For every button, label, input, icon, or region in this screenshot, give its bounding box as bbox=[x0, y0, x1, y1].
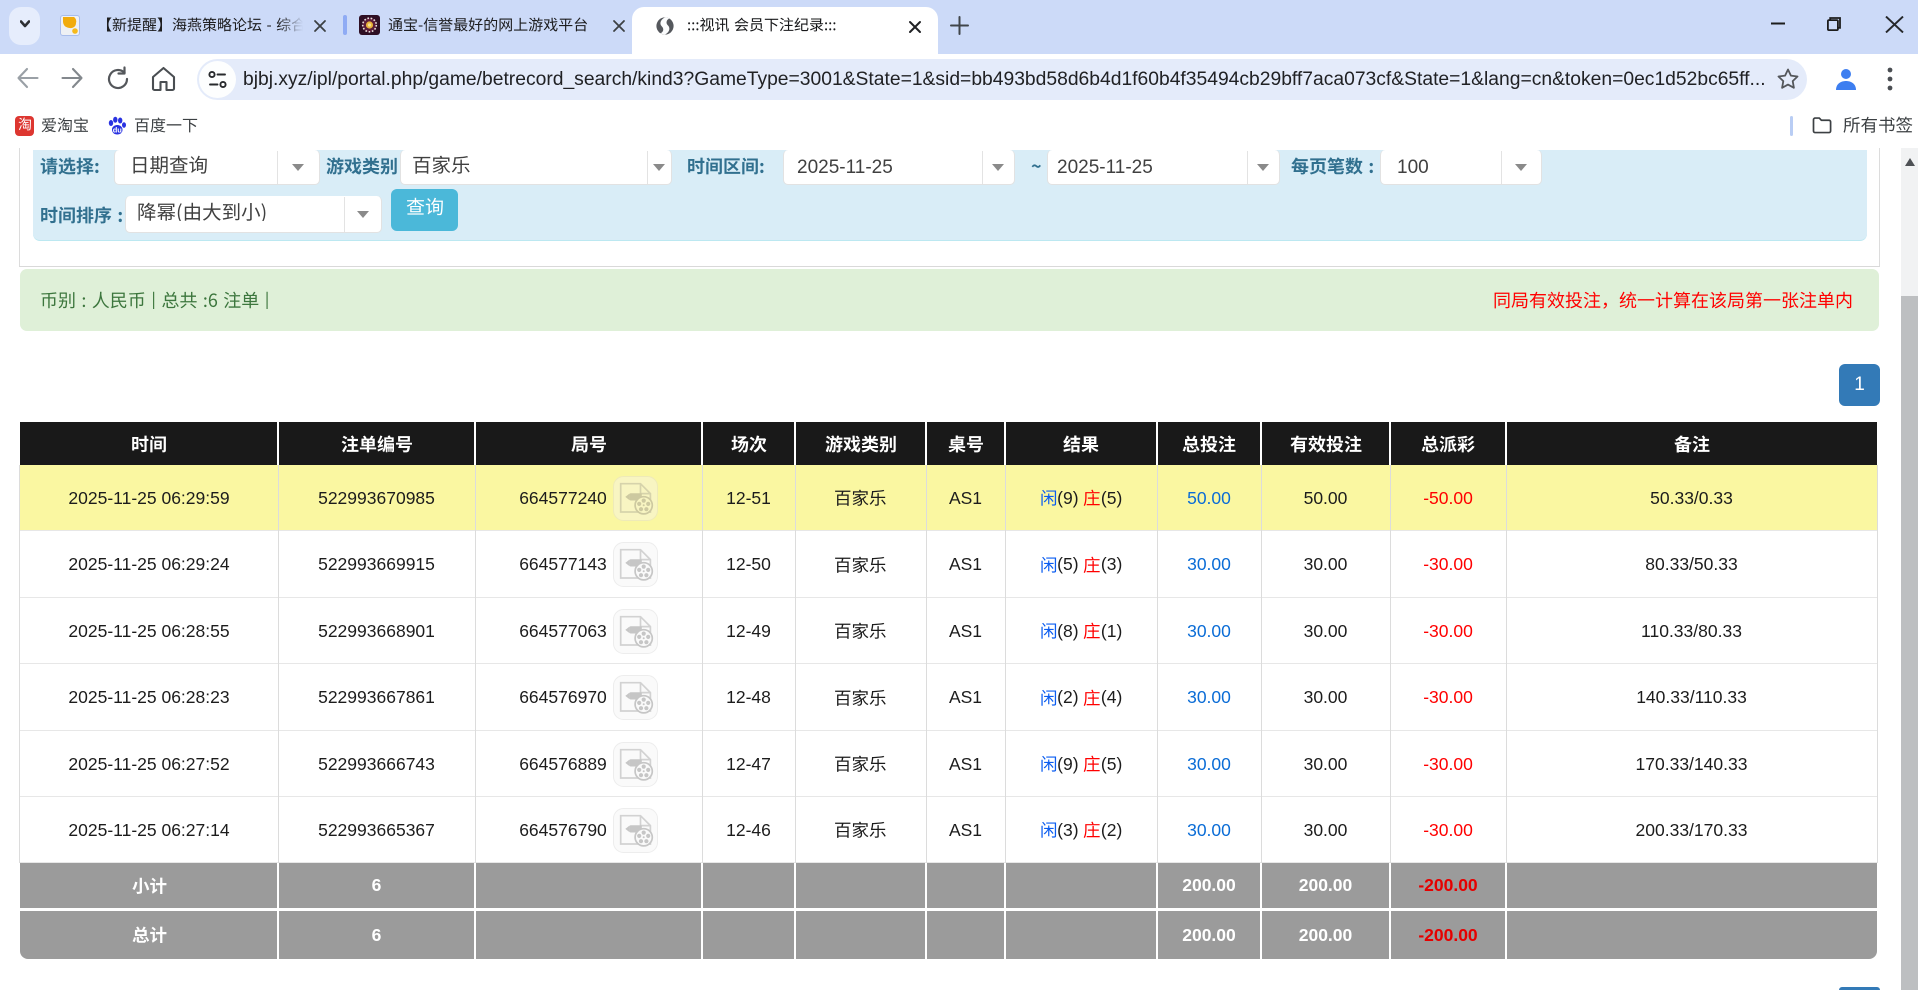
svg-text:du: du bbox=[113, 125, 123, 134]
